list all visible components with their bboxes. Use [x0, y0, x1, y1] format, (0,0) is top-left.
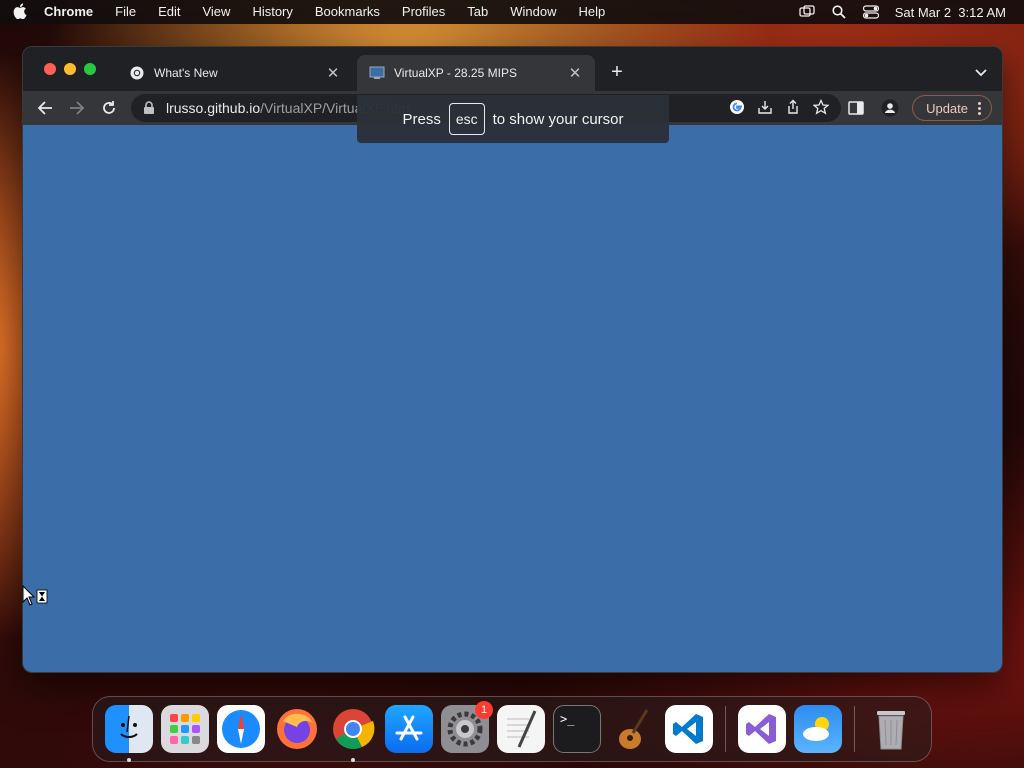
- page-content[interactable]: [23, 125, 1002, 672]
- terminal-icon[interactable]: >_: [553, 705, 601, 753]
- more-menu-icon[interactable]: [978, 101, 981, 115]
- spotlight-search-icon[interactable]: [831, 5, 847, 19]
- garageband-icon[interactable]: [609, 705, 657, 753]
- menu-clock[interactable]: Sat Mar 2 3:12 AM: [895, 5, 1006, 20]
- apple-menu-icon[interactable]: [0, 2, 40, 22]
- browser-window: What's New ✕ VirtualXP - 28.25 MIPS ✕ +: [22, 46, 1003, 673]
- menu-tab[interactable]: Tab: [456, 0, 499, 24]
- update-button[interactable]: Update: [912, 95, 992, 121]
- dock-separator: [854, 706, 855, 752]
- menu-history[interactable]: History: [241, 0, 303, 24]
- bookmark-star-icon[interactable]: [812, 98, 830, 118]
- notification-badge: 1: [475, 701, 493, 719]
- chrome-icon[interactable]: [329, 705, 377, 762]
- forward-arrow-icon[interactable]: [61, 94, 93, 122]
- textedit-icon[interactable]: [497, 705, 545, 753]
- toolbar-right: Update: [844, 94, 992, 122]
- window-controls: [44, 63, 96, 75]
- esc-key-label: esc: [448, 103, 485, 135]
- profile-avatar-icon[interactable]: [878, 94, 902, 122]
- chrome-favicon-icon: [129, 65, 145, 81]
- control-center-icon[interactable]: [862, 5, 879, 19]
- app-store-icon[interactable]: [385, 705, 433, 753]
- lock-icon[interactable]: [143, 101, 157, 115]
- menu-profiles[interactable]: Profiles: [391, 0, 456, 24]
- tab-strip: What's New ✕ VirtualXP - 28.25 MIPS ✕ +: [23, 47, 1002, 91]
- screen-mirroring-icon[interactable]: [799, 5, 815, 19]
- tab-virtualxp[interactable]: VirtualXP - 28.25 MIPS ✕: [357, 55, 595, 91]
- tab-title: What's New: [154, 66, 218, 80]
- menu-view[interactable]: View: [191, 0, 241, 24]
- tab-search-chevron-icon[interactable]: [974, 65, 990, 79]
- notice-text-after: to show your cursor: [492, 110, 624, 128]
- finder-icon[interactable]: [105, 705, 153, 762]
- running-indicator: [351, 758, 355, 762]
- menu-file[interactable]: File: [104, 0, 147, 24]
- system-settings-icon[interactable]: 1: [441, 701, 493, 753]
- update-label: Update: [926, 100, 968, 116]
- share-icon[interactable]: [785, 99, 801, 118]
- google-lens-icon[interactable]: [729, 99, 745, 118]
- close-window-button[interactable]: [44, 63, 56, 75]
- menu-bar: Chrome File Edit View History Bookmarks …: [0, 0, 1024, 24]
- menu-edit[interactable]: Edit: [147, 0, 191, 24]
- minimize-window-button[interactable]: [64, 63, 76, 75]
- notice-text-before: Press: [402, 110, 441, 128]
- reload-icon[interactable]: [93, 94, 125, 122]
- dock-separator: [725, 706, 726, 752]
- firefox-icon[interactable]: [273, 705, 321, 753]
- trash-icon[interactable]: [867, 705, 915, 753]
- new-tab-button[interactable]: +: [607, 62, 627, 83]
- omnibox-actions: [729, 94, 830, 122]
- busy-cursor-icon: [22, 584, 52, 607]
- launchpad-icon[interactable]: [161, 705, 209, 753]
- zoom-window-button[interactable]: [84, 63, 96, 75]
- running-indicator: [127, 758, 131, 762]
- install-app-icon[interactable]: [757, 99, 773, 118]
- close-tab-icon[interactable]: ✕: [325, 65, 341, 82]
- safari-icon[interactable]: [217, 705, 265, 753]
- menu-help[interactable]: Help: [568, 0, 617, 24]
- close-tab-icon[interactable]: ✕: [567, 65, 583, 82]
- vscode-icon[interactable]: [665, 705, 713, 753]
- fullscreen-exit-notice: Press esc to show your cursor: [357, 95, 669, 143]
- visual-studio-icon[interactable]: [738, 705, 786, 753]
- weather-icon[interactable]: [794, 705, 842, 753]
- menu-app-name[interactable]: Chrome: [40, 0, 104, 24]
- tab-whats-new[interactable]: What's New ✕: [117, 55, 353, 91]
- menu-window[interactable]: Window: [499, 0, 567, 24]
- dock: 1 >_: [92, 696, 932, 762]
- back-arrow-icon[interactable]: [29, 94, 61, 122]
- virtualxp-favicon-icon: [369, 65, 385, 81]
- menu-bookmarks[interactable]: Bookmarks: [304, 0, 391, 24]
- tab-title: VirtualXP - 28.25 MIPS: [394, 66, 517, 80]
- url-host: lrusso.github.io: [166, 100, 261, 116]
- side-panel-icon[interactable]: [844, 94, 868, 122]
